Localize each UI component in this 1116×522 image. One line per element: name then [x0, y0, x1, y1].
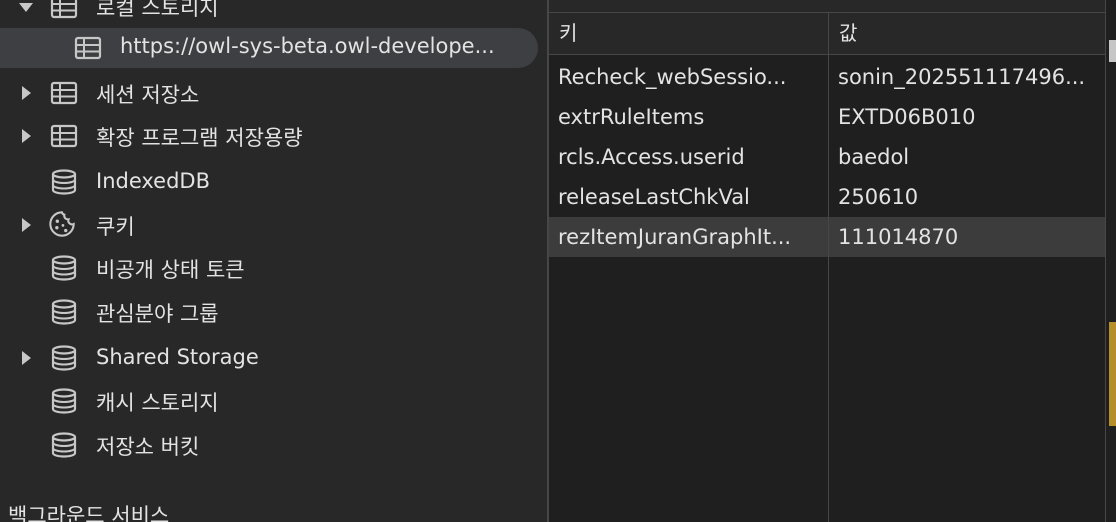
sidebar-item-private-state-tokens[interactable]: 비공개 상태 토큰 [0, 248, 547, 288]
sidebar-item-label: https://owl-sys-beta.owl-develope... [120, 34, 495, 58]
sidebar-item-label: 캐시 스토리지 [96, 391, 219, 415]
cell-key: rcls.Access.userid [558, 145, 745, 169]
table-icon [50, 0, 78, 19]
sidebar-item-label: 로컬 스토리지 [96, 0, 219, 20]
cell-value: 111014870 [838, 225, 959, 249]
column-divider[interactable] [828, 13, 829, 522]
table-row-selected[interactable]: rezItemJuranGraphIt... 111014870 [549, 217, 1105, 257]
database-icon [51, 255, 77, 281]
table-icon [50, 81, 78, 105]
sidebar-item-label: 쿠키 [96, 215, 135, 239]
sidebar-item-local-storage[interactable]: 로컬 스토리지 [0, 0, 547, 27]
cell-key: rezItemJuranGraphIt... [558, 225, 792, 249]
sidebar-item-label: 저장소 버킷 [96, 435, 200, 459]
sidebar-item-label: IndexedDB [96, 169, 210, 193]
cell-key: releaseLastChkVal [558, 185, 750, 209]
sidebar-item-session-storage[interactable]: 세션 저장소 [0, 73, 547, 113]
storage-sidebar: 로컬 스토리지 https://owl-sys-beta.owl-develop… [0, 0, 547, 522]
chevron-down-icon[interactable] [19, 3, 33, 12]
column-header-value[interactable]: 값 [829, 13, 1105, 54]
cell-key: extrRuleItems [558, 105, 705, 129]
database-icon [51, 169, 77, 195]
database-icon [51, 345, 77, 371]
chevron-right-icon[interactable] [22, 129, 31, 143]
column-header-key[interactable]: 키 [549, 13, 828, 54]
database-icon [51, 432, 77, 458]
table-row[interactable]: extrRuleItems EXTD06B010 [549, 97, 1105, 137]
sidebar-item-label: 세션 저장소 [96, 83, 200, 107]
sidebar-item-shared-storage[interactable]: Shared Storage [0, 338, 547, 378]
sidebar-item-local-storage-origin[interactable]: https://owl-sys-beta.owl-develope... [0, 28, 538, 68]
scroll-highlight-marker [1109, 322, 1116, 426]
sidebar-item-label: 비공개 상태 토큰 [96, 258, 245, 282]
sidebar-item-cache-storage[interactable]: 캐시 스토리지 [0, 381, 547, 421]
table-header: 키 값 [549, 13, 1105, 55]
storage-table: 키 값 Recheck_webSessio... sonin_202551117… [549, 0, 1105, 522]
cell-value: baedol [838, 145, 910, 169]
sidebar-item-storage-buckets[interactable]: 저장소 버킷 [0, 425, 547, 465]
cell-key: Recheck_webSessio... [558, 65, 787, 89]
section-title-background-services[interactable]: 백그라운드 서비스 [8, 500, 169, 522]
sidebar-item-extension-storage[interactable]: 확장 프로그램 저장용량 [0, 116, 547, 156]
cell-value: EXTD06B010 [838, 105, 976, 129]
sidebar-item-cookies[interactable]: 쿠키 [0, 205, 547, 245]
right-edge-strip [1105, 0, 1116, 522]
sidebar-item-interest-groups[interactable]: 관심분야 그룹 [0, 292, 547, 332]
scroll-marker [1109, 40, 1116, 62]
database-icon [51, 388, 77, 414]
chevron-right-icon[interactable] [22, 218, 31, 232]
sidebar-item-label: 확장 프로그램 저장용량 [96, 126, 303, 150]
cell-value: sonin_2025511174​96... [838, 65, 1086, 89]
sidebar-item-indexeddb[interactable]: IndexedDB [0, 162, 547, 202]
sidebar-item-label: Shared Storage [96, 345, 259, 369]
sidebar-item-label: 관심분야 그룹 [96, 302, 219, 326]
chevron-right-icon[interactable] [22, 351, 31, 365]
table-row[interactable]: rcls.Access.userid baedol [549, 137, 1105, 177]
table-icon [50, 124, 78, 148]
table-icon [74, 36, 102, 60]
devtools-application-panel: 로컬 스토리지 https://owl-sys-beta.owl-develop… [0, 0, 1116, 522]
cookie-icon [49, 211, 75, 237]
table-toolbar [549, 0, 1105, 13]
chevron-right-icon[interactable] [22, 86, 31, 100]
table-row[interactable]: releaseLastChkVal 250610 [549, 177, 1105, 217]
database-icon [51, 299, 77, 325]
cell-value: 250610 [838, 185, 919, 209]
table-row[interactable]: Recheck_webSessio... sonin_2025511174​96… [549, 57, 1105, 97]
